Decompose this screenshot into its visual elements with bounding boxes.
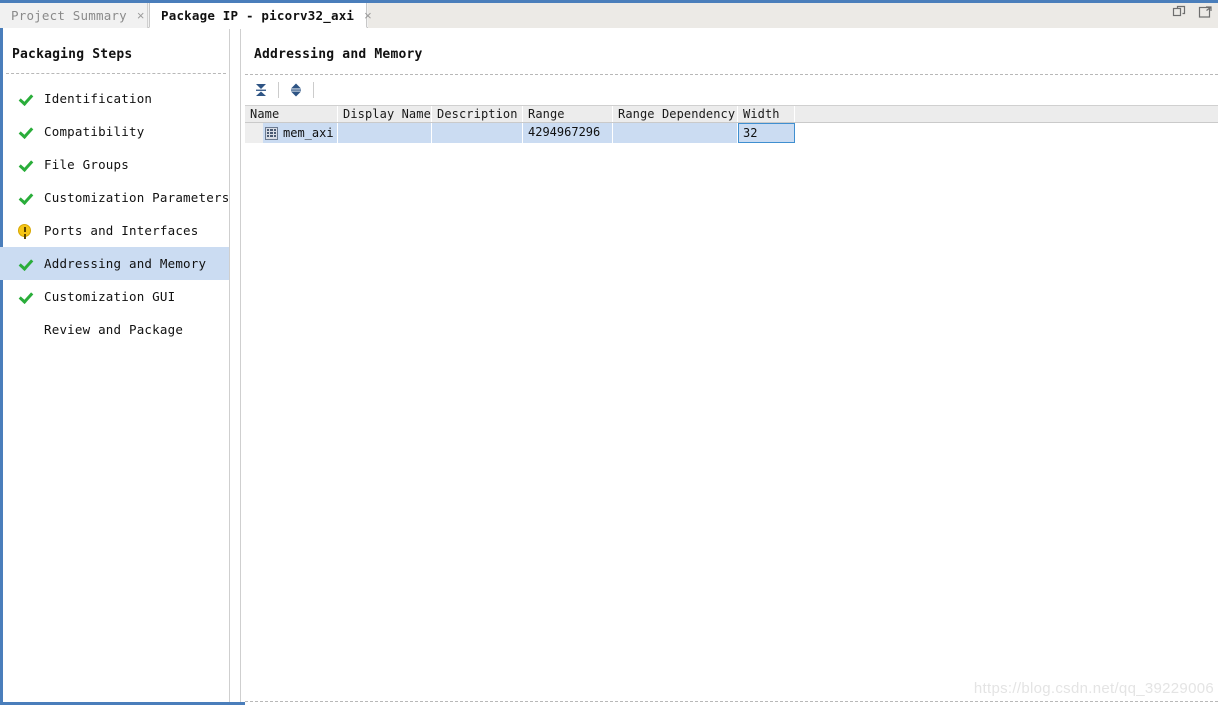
- cell-display-name[interactable]: [338, 123, 432, 143]
- cell-description[interactable]: [432, 123, 523, 143]
- tab-project-summary-label: Project Summary: [11, 8, 127, 23]
- cell-width[interactable]: [738, 123, 795, 143]
- addressing-and-memory-panel: Addressing and Memory Name Display Name …: [241, 29, 1218, 705]
- check-icon: [18, 92, 40, 106]
- table-row[interactable]: mem_axi 4294967296: [245, 123, 1218, 143]
- toolbar-divider: [313, 82, 314, 98]
- column-header-filler: [795, 106, 1218, 122]
- sidebar-item-compatibility[interactable]: Compatibility: [0, 115, 229, 148]
- expand-all-button[interactable]: [284, 79, 308, 101]
- check-icon: [18, 290, 40, 304]
- table-empty-area: [245, 161, 1218, 705]
- sidebar-item-label: Review and Package: [44, 322, 184, 337]
- sidebar-item-ports-and-interfaces[interactable]: Ports and Interfaces: [0, 214, 229, 247]
- sidebar-item-label: Compatibility: [44, 124, 145, 139]
- width-input[interactable]: [738, 123, 795, 143]
- tab-project-summary[interactable]: Project Summary ×: [0, 3, 148, 28]
- packaging-steps-title: Packaging Steps: [12, 47, 133, 62]
- sidebar-item-label: Customization Parameters: [44, 190, 230, 205]
- column-header-width[interactable]: Width: [738, 106, 795, 122]
- cell-name-text: mem_axi: [283, 125, 334, 140]
- window-controls: [1171, 4, 1213, 20]
- sidebar-item-label: Customization GUI: [44, 289, 176, 304]
- cell-filler: [795, 123, 1218, 143]
- table-body: mem_axi 4294967296: [245, 123, 1218, 705]
- cell-name[interactable]: mem_axi: [245, 123, 338, 143]
- packaging-steps-list: Identification Compatibility File Groups…: [0, 82, 229, 346]
- warning-icon: [18, 224, 40, 237]
- check-icon: [18, 191, 40, 205]
- check-icon: [18, 125, 40, 139]
- column-header-name[interactable]: Name: [245, 106, 338, 122]
- collapse-all-button[interactable]: [249, 79, 273, 101]
- panel-splitter[interactable]: [229, 29, 241, 702]
- tab-package-ip-label: Package IP - picorv32_axi: [161, 7, 355, 23]
- sidebar-separator: [6, 73, 226, 74]
- maximize-icon[interactable]: [1197, 4, 1213, 20]
- editor-tab-strip: Project Summary × Package IP - picorv32_…: [0, 0, 1218, 28]
- vivado-package-ip-window: Project Summary × Package IP - picorv32_…: [0, 0, 1218, 705]
- close-icon[interactable]: ×: [127, 8, 145, 23]
- sidebar-item-customization-gui[interactable]: Customization GUI: [0, 280, 229, 313]
- table-toolbar: [241, 77, 1218, 103]
- address-space-grid-icon: [265, 126, 278, 140]
- cell-range-dependency[interactable]: [613, 123, 738, 143]
- main-title-separator: [245, 74, 1218, 75]
- column-header-description[interactable]: Description: [432, 106, 523, 122]
- bottom-separator: [245, 701, 1218, 702]
- table-header-row: Name Display Name Description Range Rang…: [245, 105, 1218, 123]
- column-header-range-dependency[interactable]: Range Dependency: [613, 106, 738, 122]
- sidebar-item-label: Addressing and Memory: [44, 256, 207, 271]
- sidebar-item-label: Ports and Interfaces: [44, 223, 199, 238]
- address-spaces-table: Name Display Name Description Range Rang…: [245, 105, 1218, 705]
- tab-strip-empty-area: [368, 3, 1218, 28]
- packaging-steps-panel: Packaging Steps Identification Compatibi…: [0, 29, 229, 702]
- page-title: Addressing and Memory: [254, 47, 423, 62]
- sidebar-item-label: Identification: [44, 91, 153, 106]
- column-header-range[interactable]: Range: [523, 106, 613, 122]
- toolbar-divider: [278, 82, 279, 98]
- tab-package-ip[interactable]: Package IP - picorv32_axi ×: [149, 3, 372, 28]
- sidebar-item-file-groups[interactable]: File Groups: [0, 148, 229, 181]
- sidebar-item-review-and-package[interactable]: Review and Package: [0, 313, 229, 346]
- sidebar-item-addressing-and-memory[interactable]: Addressing and Memory: [0, 247, 229, 280]
- cell-range[interactable]: 4294967296: [523, 123, 613, 143]
- close-icon[interactable]: ×: [354, 8, 372, 23]
- sidebar-item-identification[interactable]: Identification: [0, 82, 229, 115]
- sidebar-item-customization-parameters[interactable]: Customization Parameters: [0, 181, 229, 214]
- check-icon: [18, 158, 40, 172]
- check-icon: [18, 257, 40, 271]
- column-header-display-name[interactable]: Display Name: [338, 106, 432, 122]
- sidebar-item-label: File Groups: [44, 157, 129, 172]
- float-restore-icon[interactable]: [1171, 4, 1187, 20]
